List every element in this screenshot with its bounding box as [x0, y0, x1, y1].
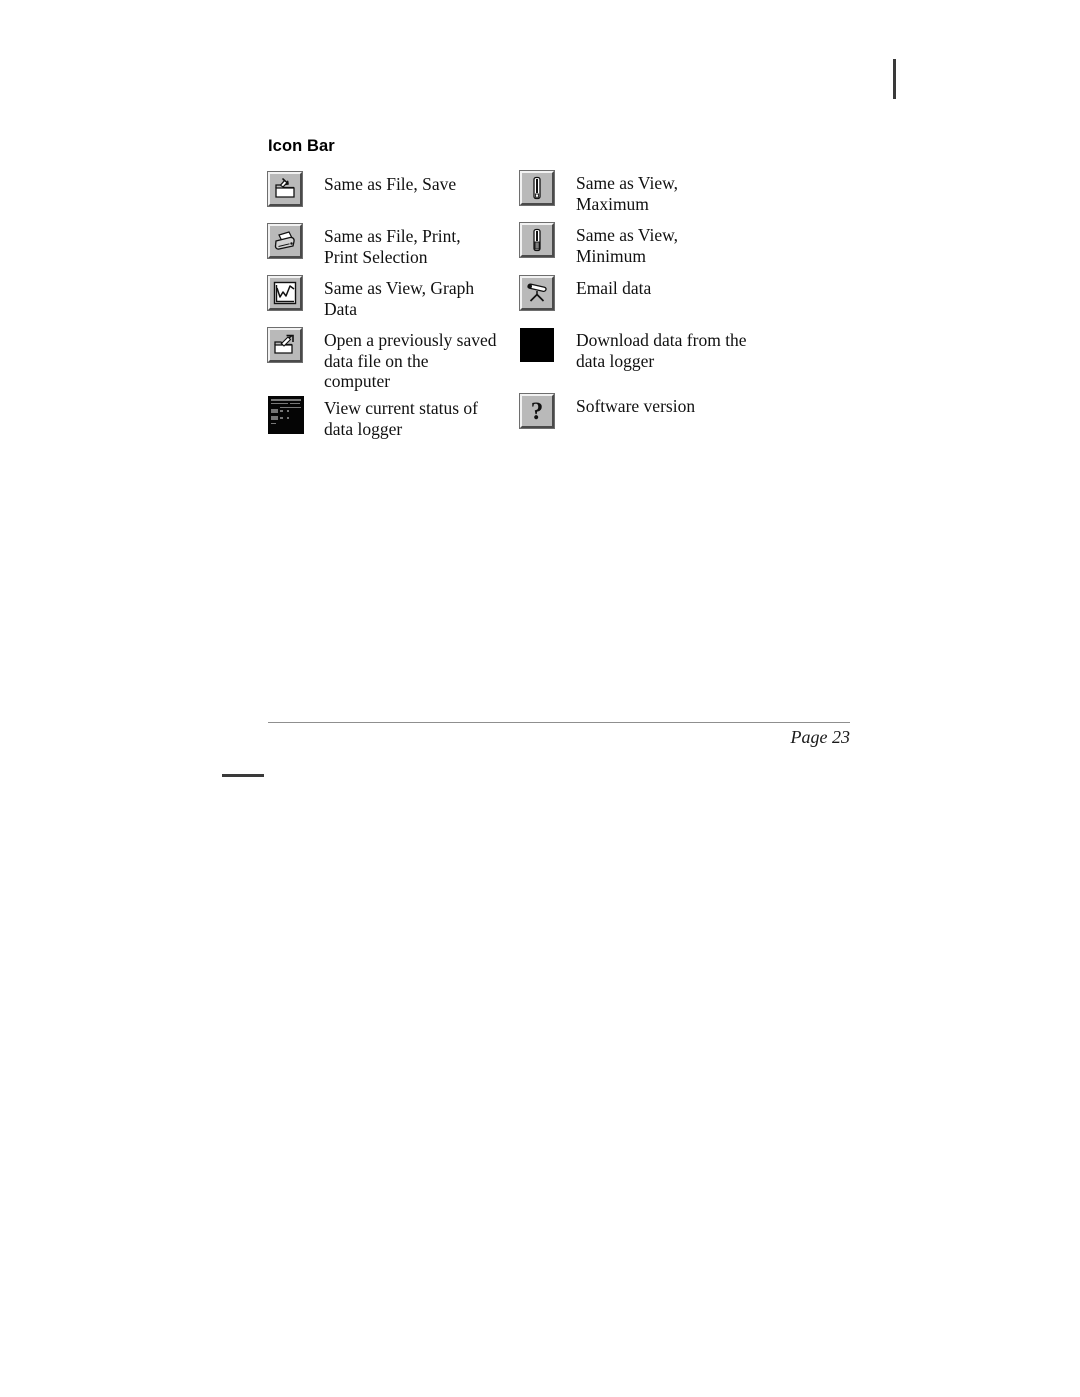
thermometer-minimum-icon[interactable] — [520, 223, 554, 257]
bottom-margin-mark — [222, 774, 264, 777]
icon-cell — [268, 172, 304, 206]
icon-bar-row-print[interactable]: Same as File, Print, Print Selection — [268, 224, 461, 267]
icon-glyph — [272, 280, 298, 306]
icon-glyph — [272, 332, 298, 358]
question-mark-glyph: ? — [530, 397, 544, 425]
icon-bar-row-save[interactable]: Same as File, Save — [268, 172, 456, 206]
page-title: Icon Bar — [268, 137, 335, 155]
graph-data-icon[interactable] — [268, 276, 302, 310]
icon-cell — [268, 276, 304, 310]
email-data-icon[interactable] — [520, 276, 554, 310]
icon-glyph — [272, 228, 298, 254]
icon-glyph: ? — [524, 398, 550, 424]
icon-glyph — [272, 176, 298, 202]
icon-bar-row-maximum[interactable]: Same as View, Maximum — [520, 171, 678, 214]
page-corner-mark — [893, 59, 896, 99]
logger-status-display-icon[interactable] — [268, 396, 304, 434]
icon-bar-row-label: Download data from the data logger — [576, 330, 747, 371]
icon-glyph — [524, 280, 550, 306]
icon-cell — [520, 171, 556, 205]
page-number: Page 23 — [790, 727, 850, 747]
icon-bar-row-label: View current status of data logger — [324, 398, 478, 439]
icon-bar-row-label: Same as View, Maximum — [576, 173, 678, 214]
save-folder-icon[interactable] — [268, 172, 302, 206]
icon-glyph — [524, 227, 550, 253]
icon-bar-row-minimum[interactable]: Same as View, Minimum — [520, 223, 678, 266]
icon-cell — [520, 328, 556, 362]
icon-cell — [520, 223, 556, 257]
icon-bar-row-label: Open a previously saved data file on the… — [324, 330, 497, 392]
icon-bar-row-open[interactable]: Open a previously saved data file on the… — [268, 328, 497, 392]
icon-cell: ? — [520, 394, 556, 428]
software-version-help-icon[interactable]: ? — [520, 394, 554, 428]
icon-cell — [268, 224, 304, 258]
thermometer-maximum-icon[interactable] — [520, 171, 554, 205]
footer-divider — [268, 722, 850, 723]
icon-glyph — [524, 175, 550, 201]
icon-bar-row-label: Same as View, Minimum — [576, 225, 678, 266]
icon-bar-row-status[interactable]: View current status of data logger — [268, 396, 478, 439]
open-folder-icon[interactable] — [268, 328, 302, 362]
icon-bar-row-download[interactable]: Download data from the data logger — [520, 328, 747, 371]
icon-bar-row-label: Email data — [576, 278, 652, 298]
icon-cell — [268, 396, 304, 434]
icon-cell — [520, 276, 556, 310]
icon-bar-row-label: Same as View, Graph Data — [324, 278, 475, 319]
printer-icon[interactable] — [268, 224, 302, 258]
icon-bar-row-graph[interactable]: Same as View, Graph Data — [268, 276, 474, 319]
icon-cell — [268, 328, 304, 362]
icon-bar-row-email[interactable]: Email data — [520, 276, 651, 310]
icon-bar-row-label: Software version — [576, 396, 696, 416]
download-data-icon[interactable] — [520, 328, 554, 362]
icon-bar-row-version[interactable]: ? Software version — [520, 394, 695, 428]
icon-bar-row-label: Same as File, Save — [324, 174, 457, 194]
icon-bar-row-label: Same as File, Print, Print Selection — [324, 226, 461, 267]
page-content: Icon Bar Same as File, Save Same as File… — [268, 136, 888, 439]
